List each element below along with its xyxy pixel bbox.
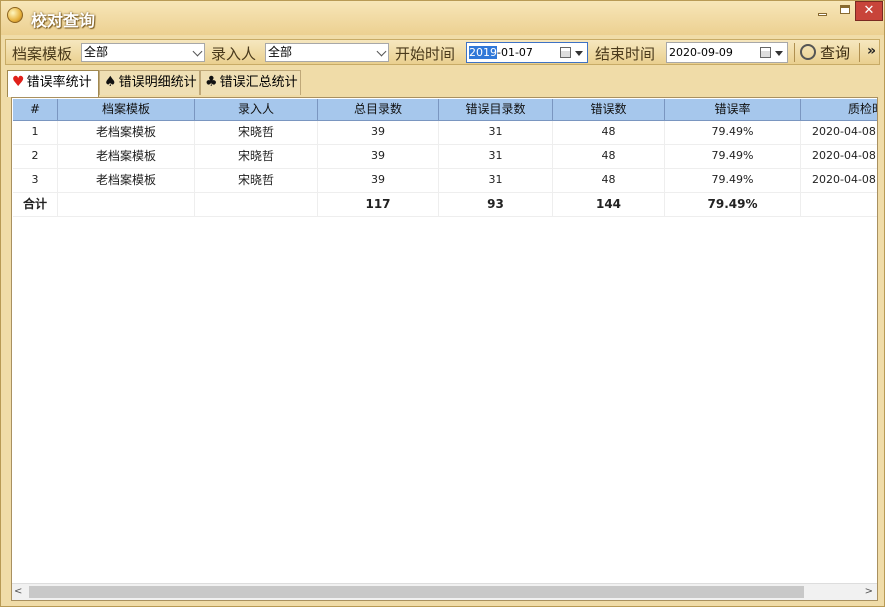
end-date-picker[interactable]: 2020-09-09 bbox=[666, 42, 788, 63]
horizontal-scrollbar[interactable]: < > bbox=[12, 583, 877, 600]
table-cell[interactable]: 39 bbox=[318, 145, 439, 169]
table-cell[interactable]: 31 bbox=[439, 169, 553, 193]
minimize-button[interactable] bbox=[809, 1, 835, 21]
column-header-index[interactable]: # bbox=[13, 99, 58, 121]
tab-error-detail[interactable]: ♠ 错误明细统计 bbox=[99, 70, 200, 95]
start-date-picker[interactable]: 2019-01-07 bbox=[466, 42, 588, 63]
start-date-rest[interactable]: -01-07 bbox=[497, 46, 533, 59]
main-window: 校对查询 ✕ 档案模板 全部 录入人 全部 开始时间 2019-01-07 结束… bbox=[0, 0, 885, 607]
template-select-value: 全部 bbox=[84, 45, 109, 59]
table-cell[interactable]: 31 bbox=[439, 121, 553, 145]
toolbar-divider bbox=[794, 43, 795, 62]
minimize-icon bbox=[817, 13, 827, 16]
table-cell[interactable]: 2020-04-08 bbox=[801, 169, 877, 193]
query-button[interactable]: 查询 bbox=[800, 41, 856, 63]
table-cell[interactable]: 2020-04-08 bbox=[801, 145, 877, 169]
table-cell[interactable]: 31 bbox=[439, 145, 553, 169]
total-cell: 79.49% bbox=[665, 193, 801, 217]
more-icon[interactable]: » bbox=[867, 43, 876, 59]
chevron-down-icon bbox=[192, 46, 203, 57]
total-cell: 117 bbox=[318, 193, 439, 217]
table-cell[interactable]: 48 bbox=[553, 169, 665, 193]
total-cell bbox=[195, 193, 318, 217]
table-cell[interactable]: 老档案模板 bbox=[58, 145, 195, 169]
column-header-total[interactable]: 总目录数 bbox=[318, 99, 439, 121]
column-header-error-count[interactable]: 错误数 bbox=[553, 99, 665, 121]
table-cell[interactable]: 39 bbox=[318, 121, 439, 145]
table-cell[interactable]: 39 bbox=[318, 169, 439, 193]
table-cell[interactable]: 79.49% bbox=[665, 169, 801, 193]
scroll-left-icon[interactable]: < bbox=[14, 586, 22, 597]
club-icon: ♣ bbox=[205, 74, 218, 90]
column-header-enterer[interactable]: 录入人 bbox=[195, 99, 318, 121]
table-cell[interactable]: 48 bbox=[553, 121, 665, 145]
chevron-down-icon bbox=[376, 46, 387, 57]
tab-label: 错误明细统计 bbox=[118, 75, 197, 90]
end-time-label: 结束时间 bbox=[595, 45, 656, 63]
enterer-select-value: 全部 bbox=[268, 45, 293, 59]
start-date-year[interactable]: 2019 bbox=[469, 46, 497, 59]
maximize-button[interactable] bbox=[835, 1, 855, 21]
column-header-error-rate[interactable]: 错误率 bbox=[665, 99, 801, 121]
calendar-icon[interactable] bbox=[560, 47, 571, 58]
toolbar-divider bbox=[859, 43, 860, 62]
spade-icon: ♠ bbox=[104, 74, 117, 90]
heart-icon: ♥ bbox=[12, 74, 25, 90]
table-cell[interactable]: 1 bbox=[13, 121, 58, 145]
table-cell[interactable]: 48 bbox=[553, 145, 665, 169]
window-title: 校对查询 bbox=[31, 11, 96, 30]
close-icon: ✕ bbox=[863, 3, 875, 18]
maximize-icon bbox=[840, 5, 850, 14]
template-select[interactable]: 全部 bbox=[81, 43, 205, 62]
end-date-value[interactable]: 2020-09-09 bbox=[669, 46, 733, 59]
tab-error-rate[interactable]: ♥ 错误率统计 bbox=[7, 70, 99, 97]
close-button[interactable]: ✕ bbox=[855, 1, 883, 21]
calendar-icon[interactable] bbox=[760, 47, 771, 58]
title-bar[interactable]: 校对查询 ✕ bbox=[1, 1, 884, 35]
template-label: 档案模板 bbox=[12, 45, 73, 63]
start-time-label: 开始时间 bbox=[395, 45, 456, 63]
dropdown-arrow-icon[interactable] bbox=[775, 51, 783, 56]
scroll-right-icon[interactable]: > bbox=[865, 586, 873, 597]
results-panel: # 档案模板 录入人 总目录数 错误目录数 错误数 错误率 质检时 1 老档案模… bbox=[11, 97, 878, 601]
query-label: 查询 bbox=[820, 44, 851, 62]
total-cell: 144 bbox=[553, 193, 665, 217]
tab-label: 错误汇总统计 bbox=[219, 75, 298, 90]
enterer-label: 录入人 bbox=[211, 45, 257, 63]
tab-error-summary[interactable]: ♣ 错误汇总统计 bbox=[200, 70, 301, 95]
total-cell: 93 bbox=[439, 193, 553, 217]
total-cell bbox=[801, 193, 877, 217]
table-cell[interactable]: 宋晓哲 bbox=[195, 121, 318, 145]
table-cell[interactable]: 3 bbox=[13, 169, 58, 193]
table-cell[interactable]: 2 bbox=[13, 145, 58, 169]
filter-toolbar: 档案模板 全部 录入人 全部 开始时间 2019-01-07 结束时间 2020… bbox=[5, 39, 880, 65]
app-icon bbox=[7, 7, 23, 23]
scrollbar-thumb[interactable] bbox=[29, 586, 804, 598]
search-icon bbox=[800, 44, 816, 60]
table-cell[interactable]: 79.49% bbox=[665, 145, 801, 169]
tab-label: 错误率统计 bbox=[26, 75, 92, 90]
table-cell[interactable]: 2020-04-08 bbox=[801, 121, 877, 145]
table-cell[interactable]: 老档案模板 bbox=[58, 121, 195, 145]
column-header-error-catalog[interactable]: 错误目录数 bbox=[439, 99, 553, 121]
dropdown-arrow-icon[interactable] bbox=[575, 51, 583, 56]
total-row-label: 合计 bbox=[13, 193, 58, 217]
enterer-select[interactable]: 全部 bbox=[265, 43, 389, 62]
column-header-check-time[interactable]: 质检时 bbox=[801, 99, 877, 121]
table-cell[interactable]: 79.49% bbox=[665, 121, 801, 145]
table-cell[interactable]: 老档案模板 bbox=[58, 169, 195, 193]
column-header-template[interactable]: 档案模板 bbox=[58, 99, 195, 121]
total-cell bbox=[58, 193, 195, 217]
table-cell[interactable]: 宋晓哲 bbox=[195, 169, 318, 193]
table-cell[interactable]: 宋晓哲 bbox=[195, 145, 318, 169]
